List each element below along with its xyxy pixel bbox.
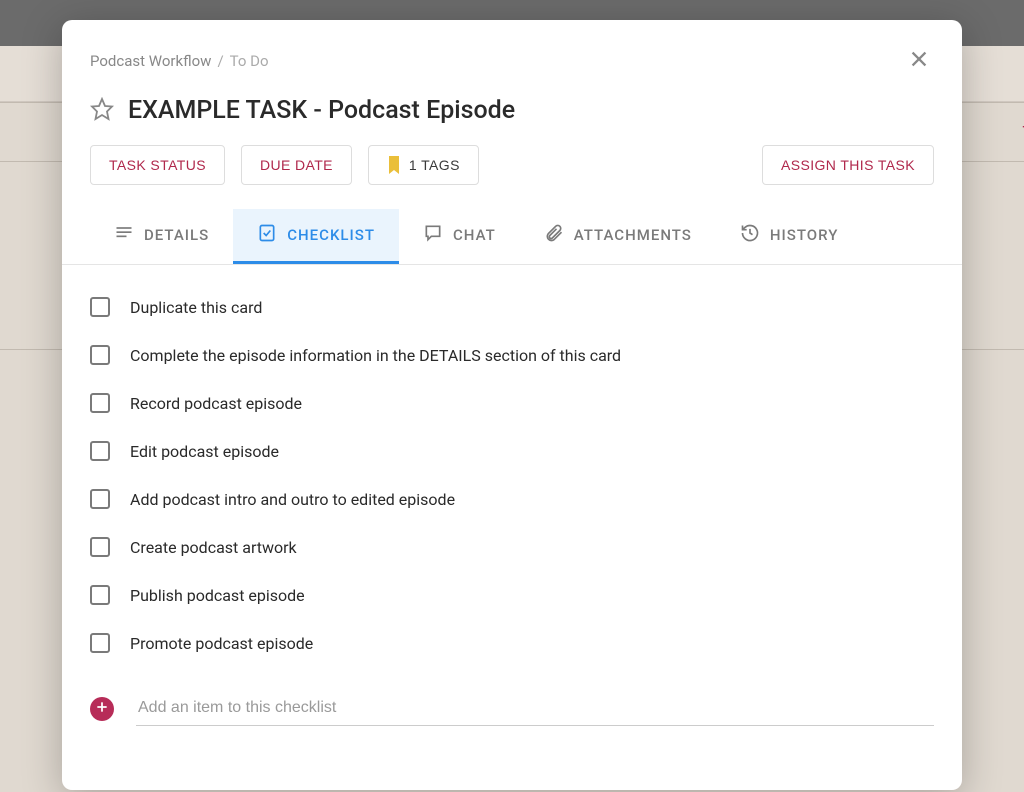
tags-label: 1 TAGS [409, 157, 460, 173]
checkbox[interactable] [90, 345, 110, 365]
checkbox[interactable] [90, 441, 110, 461]
checkbox[interactable] [90, 537, 110, 557]
tab-checklist[interactable]: CHECKLIST [233, 209, 399, 264]
list-item[interactable]: Publish podcast episode [90, 571, 934, 619]
star-icon[interactable] [90, 97, 114, 125]
checkbox[interactable] [90, 489, 110, 509]
assign-task-button[interactable]: ASSIGN THIS TASK [762, 145, 934, 185]
checklist-item-label: Create podcast artwork [130, 538, 297, 557]
checklist-container: Duplicate this card Complete the episode… [62, 265, 962, 758]
list-item[interactable]: Create podcast artwork [90, 523, 934, 571]
tags-button[interactable]: 1 TAGS [368, 145, 479, 185]
bookmark-icon [387, 156, 401, 174]
task-modal: Podcast Workflow / To Do EXAMPLE TASK - … [62, 20, 962, 790]
breadcrumb-project[interactable]: Podcast Workflow [90, 52, 211, 70]
tab-chat[interactable]: CHAT [399, 209, 520, 264]
history-icon [740, 223, 760, 247]
checklist-item-label: Edit podcast episode [130, 442, 279, 461]
list-item[interactable]: Complete the episode information in the … [90, 331, 934, 379]
tab-details[interactable]: DETAILS [90, 209, 233, 264]
tab-details-label: DETAILS [144, 226, 209, 244]
chat-icon [423, 223, 443, 247]
add-item-input[interactable] [136, 691, 934, 726]
breadcrumb-separator: / [217, 52, 223, 70]
tab-attachments-label: ATTACHMENTS [574, 226, 692, 244]
checkbox[interactable] [90, 585, 110, 605]
list-item[interactable]: Duplicate this card [90, 283, 934, 331]
close-button[interactable] [904, 44, 934, 78]
breadcrumb-list[interactable]: To Do [230, 52, 269, 70]
add-checklist-item-row [90, 677, 934, 740]
tab-attachments[interactable]: ATTACHMENTS [520, 209, 716, 264]
tab-history-label: HISTORY [770, 226, 839, 244]
close-icon [908, 56, 930, 74]
checklist-item-label: Duplicate this card [130, 298, 262, 317]
list-item[interactable]: Promote podcast episode [90, 619, 934, 667]
checkbox[interactable] [90, 633, 110, 653]
checkbox[interactable] [90, 297, 110, 317]
tab-bar: DETAILS CHECKLIST CHAT ATTACHMENTS [62, 209, 962, 265]
list-item[interactable]: Edit podcast episode [90, 427, 934, 475]
tab-history[interactable]: HISTORY [716, 209, 863, 264]
list-item[interactable]: Record podcast episode [90, 379, 934, 427]
list-item[interactable]: Add podcast intro and outro to edited ep… [90, 475, 934, 523]
checklist-icon [257, 223, 277, 247]
checklist-item-label: Record podcast episode [130, 394, 302, 413]
tab-checklist-label: CHECKLIST [287, 226, 375, 244]
paperclip-icon [544, 223, 564, 247]
due-date-button[interactable]: DUE DATE [241, 145, 352, 185]
checklist-item-label: Add podcast intro and outro to edited ep… [130, 490, 455, 509]
add-item-button[interactable] [90, 697, 114, 721]
checklist-item-label: Promote podcast episode [130, 634, 313, 653]
breadcrumb: Podcast Workflow / To Do [90, 44, 934, 78]
task-status-button[interactable]: TASK STATUS [90, 145, 225, 185]
checklist-item-label: Publish podcast episode [130, 586, 305, 605]
task-title[interactable]: EXAMPLE TASK - Podcast Episode [128, 96, 515, 125]
due-date-label: DUE DATE [260, 157, 333, 173]
checkbox[interactable] [90, 393, 110, 413]
assign-task-label: ASSIGN THIS TASK [781, 157, 915, 173]
plus-icon [95, 699, 109, 718]
details-icon [114, 223, 134, 247]
checklist-item-label: Complete the episode information in the … [130, 346, 621, 365]
tab-chat-label: CHAT [453, 226, 496, 244]
task-status-label: TASK STATUS [109, 157, 206, 173]
